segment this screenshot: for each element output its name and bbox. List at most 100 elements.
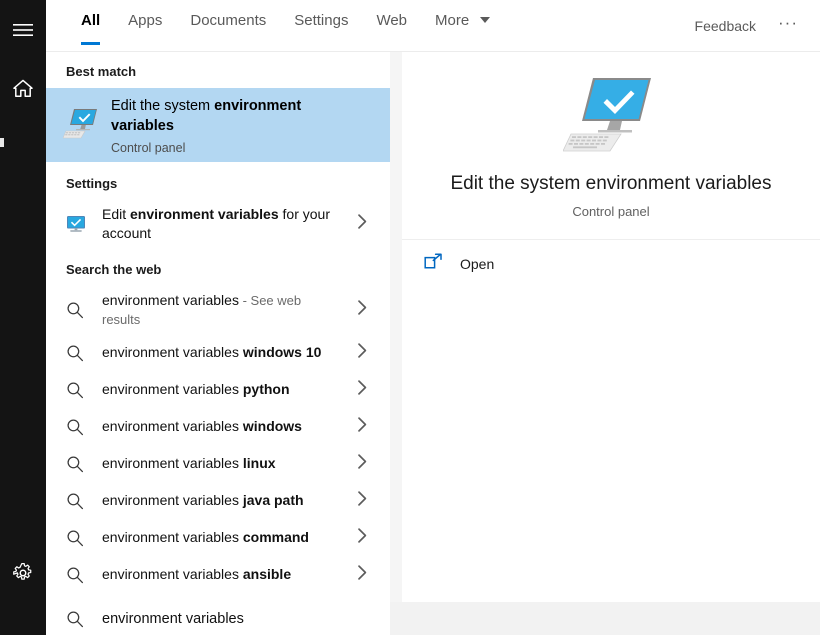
open-external-icon — [424, 253, 460, 275]
chevron-right-icon — [357, 300, 368, 321]
chevron-down-icon — [480, 17, 490, 23]
chevron-right-icon — [357, 527, 368, 548]
web-suggestion-query: environment variables — [102, 566, 243, 582]
search-input[interactable]: environment variables — [46, 602, 390, 635]
tab-all[interactable]: All — [67, 0, 114, 52]
web-suggestion-query: environment variables — [102, 381, 243, 397]
tab-more[interactable]: More — [421, 0, 504, 52]
chevron-right-icon — [357, 416, 368, 437]
search-icon — [66, 455, 102, 473]
settings-result-bold: environment variables — [130, 206, 279, 222]
settings-heading: Settings — [46, 162, 390, 200]
open-action-label: Open — [460, 256, 494, 272]
column-gutter — [390, 52, 402, 602]
preview-title: Edit the system environment variables — [450, 173, 771, 195]
monitor-settings-icon — [66, 215, 102, 233]
settings-result-item[interactable]: Edit environment variables for your acco… — [46, 200, 390, 248]
search-icon — [66, 381, 102, 399]
web-suggestion-label: environment variables python — [102, 380, 290, 399]
search-tab-bar: All Apps Documents Settings Web More Fee… — [46, 0, 820, 52]
settings-result-label: Edit environment variables for your acco… — [102, 205, 342, 243]
tab-documents[interactable]: Documents — [176, 0, 280, 52]
chevron-right-icon — [357, 453, 368, 474]
web-suggestion-row[interactable]: environment variables ansible — [46, 556, 390, 593]
web-suggestion-bold: command — [243, 529, 309, 545]
web-suggestion-bold: python — [243, 381, 290, 397]
best-match-subtitle: Control panel — [111, 141, 361, 155]
tab-apps[interactable]: Apps — [114, 0, 176, 52]
web-suggestion-row[interactable]: environment variables windows 10 — [46, 334, 390, 371]
hamburger-menu-icon[interactable] — [0, 6, 46, 54]
results-column: Best match — [46, 52, 390, 602]
web-suggestion-label: environment variables command — [102, 528, 309, 547]
home-icon[interactable] — [0, 64, 46, 112]
web-suggestion-query: environment variables — [102, 492, 243, 508]
tab-web[interactable]: Web — [362, 0, 421, 52]
search-icon — [66, 566, 102, 584]
chevron-right-icon — [357, 564, 368, 585]
overflow-menu-icon[interactable]: ··· — [766, 14, 810, 38]
best-match-item[interactable]: Edit the system environment variables Co… — [46, 88, 390, 162]
web-suggestion-query: environment variables — [102, 344, 243, 360]
monitor-check-large-icon — [563, 72, 659, 159]
web-suggestion-row[interactable]: environment variables linux — [46, 445, 390, 482]
web-suggestion-bold: windows — [243, 418, 302, 434]
web-suggestion-label: environment variables linux — [102, 454, 276, 473]
topbar-actions: Feedback ··· — [685, 0, 810, 52]
web-suggestion-row[interactable]: environment variables python — [46, 371, 390, 408]
feedback-button[interactable]: Feedback — [685, 12, 766, 40]
best-match-title: Edit the system environment variables — [111, 96, 361, 136]
web-search-heading: Search the web — [46, 248, 390, 286]
search-icon — [66, 344, 102, 362]
web-suggestion-row[interactable]: environment variables command — [46, 519, 390, 556]
web-suggestion-label: environment variables java path — [102, 491, 304, 510]
chevron-right-icon — [357, 379, 368, 400]
web-suggestion-bold: ansible — [243, 566, 291, 582]
web-suggestion-row[interactable]: environment variables - See web results — [46, 286, 390, 334]
web-suggestion-bold: linux — [243, 455, 276, 471]
web-suggestion-query: environment variables — [102, 292, 239, 308]
search-icon — [66, 610, 102, 628]
chevron-right-icon — [357, 214, 368, 235]
rail-active-indicator — [0, 138, 4, 147]
web-suggestion-label: environment variables windows 10 — [102, 343, 321, 362]
tab-settings[interactable]: Settings — [280, 0, 362, 52]
tab-documents-label: Documents — [190, 12, 266, 29]
chevron-right-icon — [357, 342, 368, 363]
search-icon — [66, 529, 102, 547]
web-suggestion-row[interactable]: environment variables windows — [46, 408, 390, 445]
search-icon — [66, 301, 102, 319]
web-suggestion-label: environment variables - See web results — [102, 291, 327, 329]
web-suggestion-bold: java path — [243, 492, 304, 508]
best-match-title-plain: Edit the system — [111, 98, 214, 114]
preview-subtitle: Control panel — [572, 204, 649, 219]
tab-more-label: More — [435, 12, 469, 29]
tab-web-label: Web — [376, 12, 407, 29]
monitor-check-icon — [63, 106, 105, 145]
web-suggestion-label: environment variables ansible — [102, 565, 291, 584]
web-suggestion-query: environment variables — [102, 455, 243, 471]
best-match-heading: Best match — [46, 52, 390, 88]
search-input-value: environment variables — [102, 611, 244, 627]
web-suggestion-label: environment variables windows — [102, 417, 302, 436]
tab-all-label: All — [81, 12, 100, 29]
tab-apps-label: Apps — [128, 12, 162, 29]
search-icon — [66, 492, 102, 510]
bottom-gutter — [390, 602, 820, 635]
web-suggestion-bold: windows 10 — [243, 344, 322, 360]
gear-icon[interactable] — [0, 549, 46, 597]
web-suggestion-row[interactable]: environment variables java path — [46, 482, 390, 519]
best-match-text: Edit the system environment variables Co… — [105, 96, 361, 155]
open-action-button[interactable]: Open — [402, 240, 820, 288]
windows-search-flyout: All Apps Documents Settings Web More Fee… — [0, 0, 820, 635]
web-suggestion-query: environment variables — [102, 418, 243, 434]
preview-card: Edit the system environment variables Co… — [402, 52, 820, 240]
web-suggestion-query: environment variables — [102, 529, 243, 545]
preview-panel: Edit the system environment variables Co… — [402, 52, 820, 602]
chevron-right-icon — [357, 490, 368, 511]
tab-list: All Apps Documents Settings Web More — [67, 0, 504, 52]
settings-result-prefix: Edit — [102, 206, 130, 222]
left-rail — [0, 0, 46, 635]
tab-settings-label: Settings — [294, 12, 348, 29]
search-icon — [66, 418, 102, 436]
